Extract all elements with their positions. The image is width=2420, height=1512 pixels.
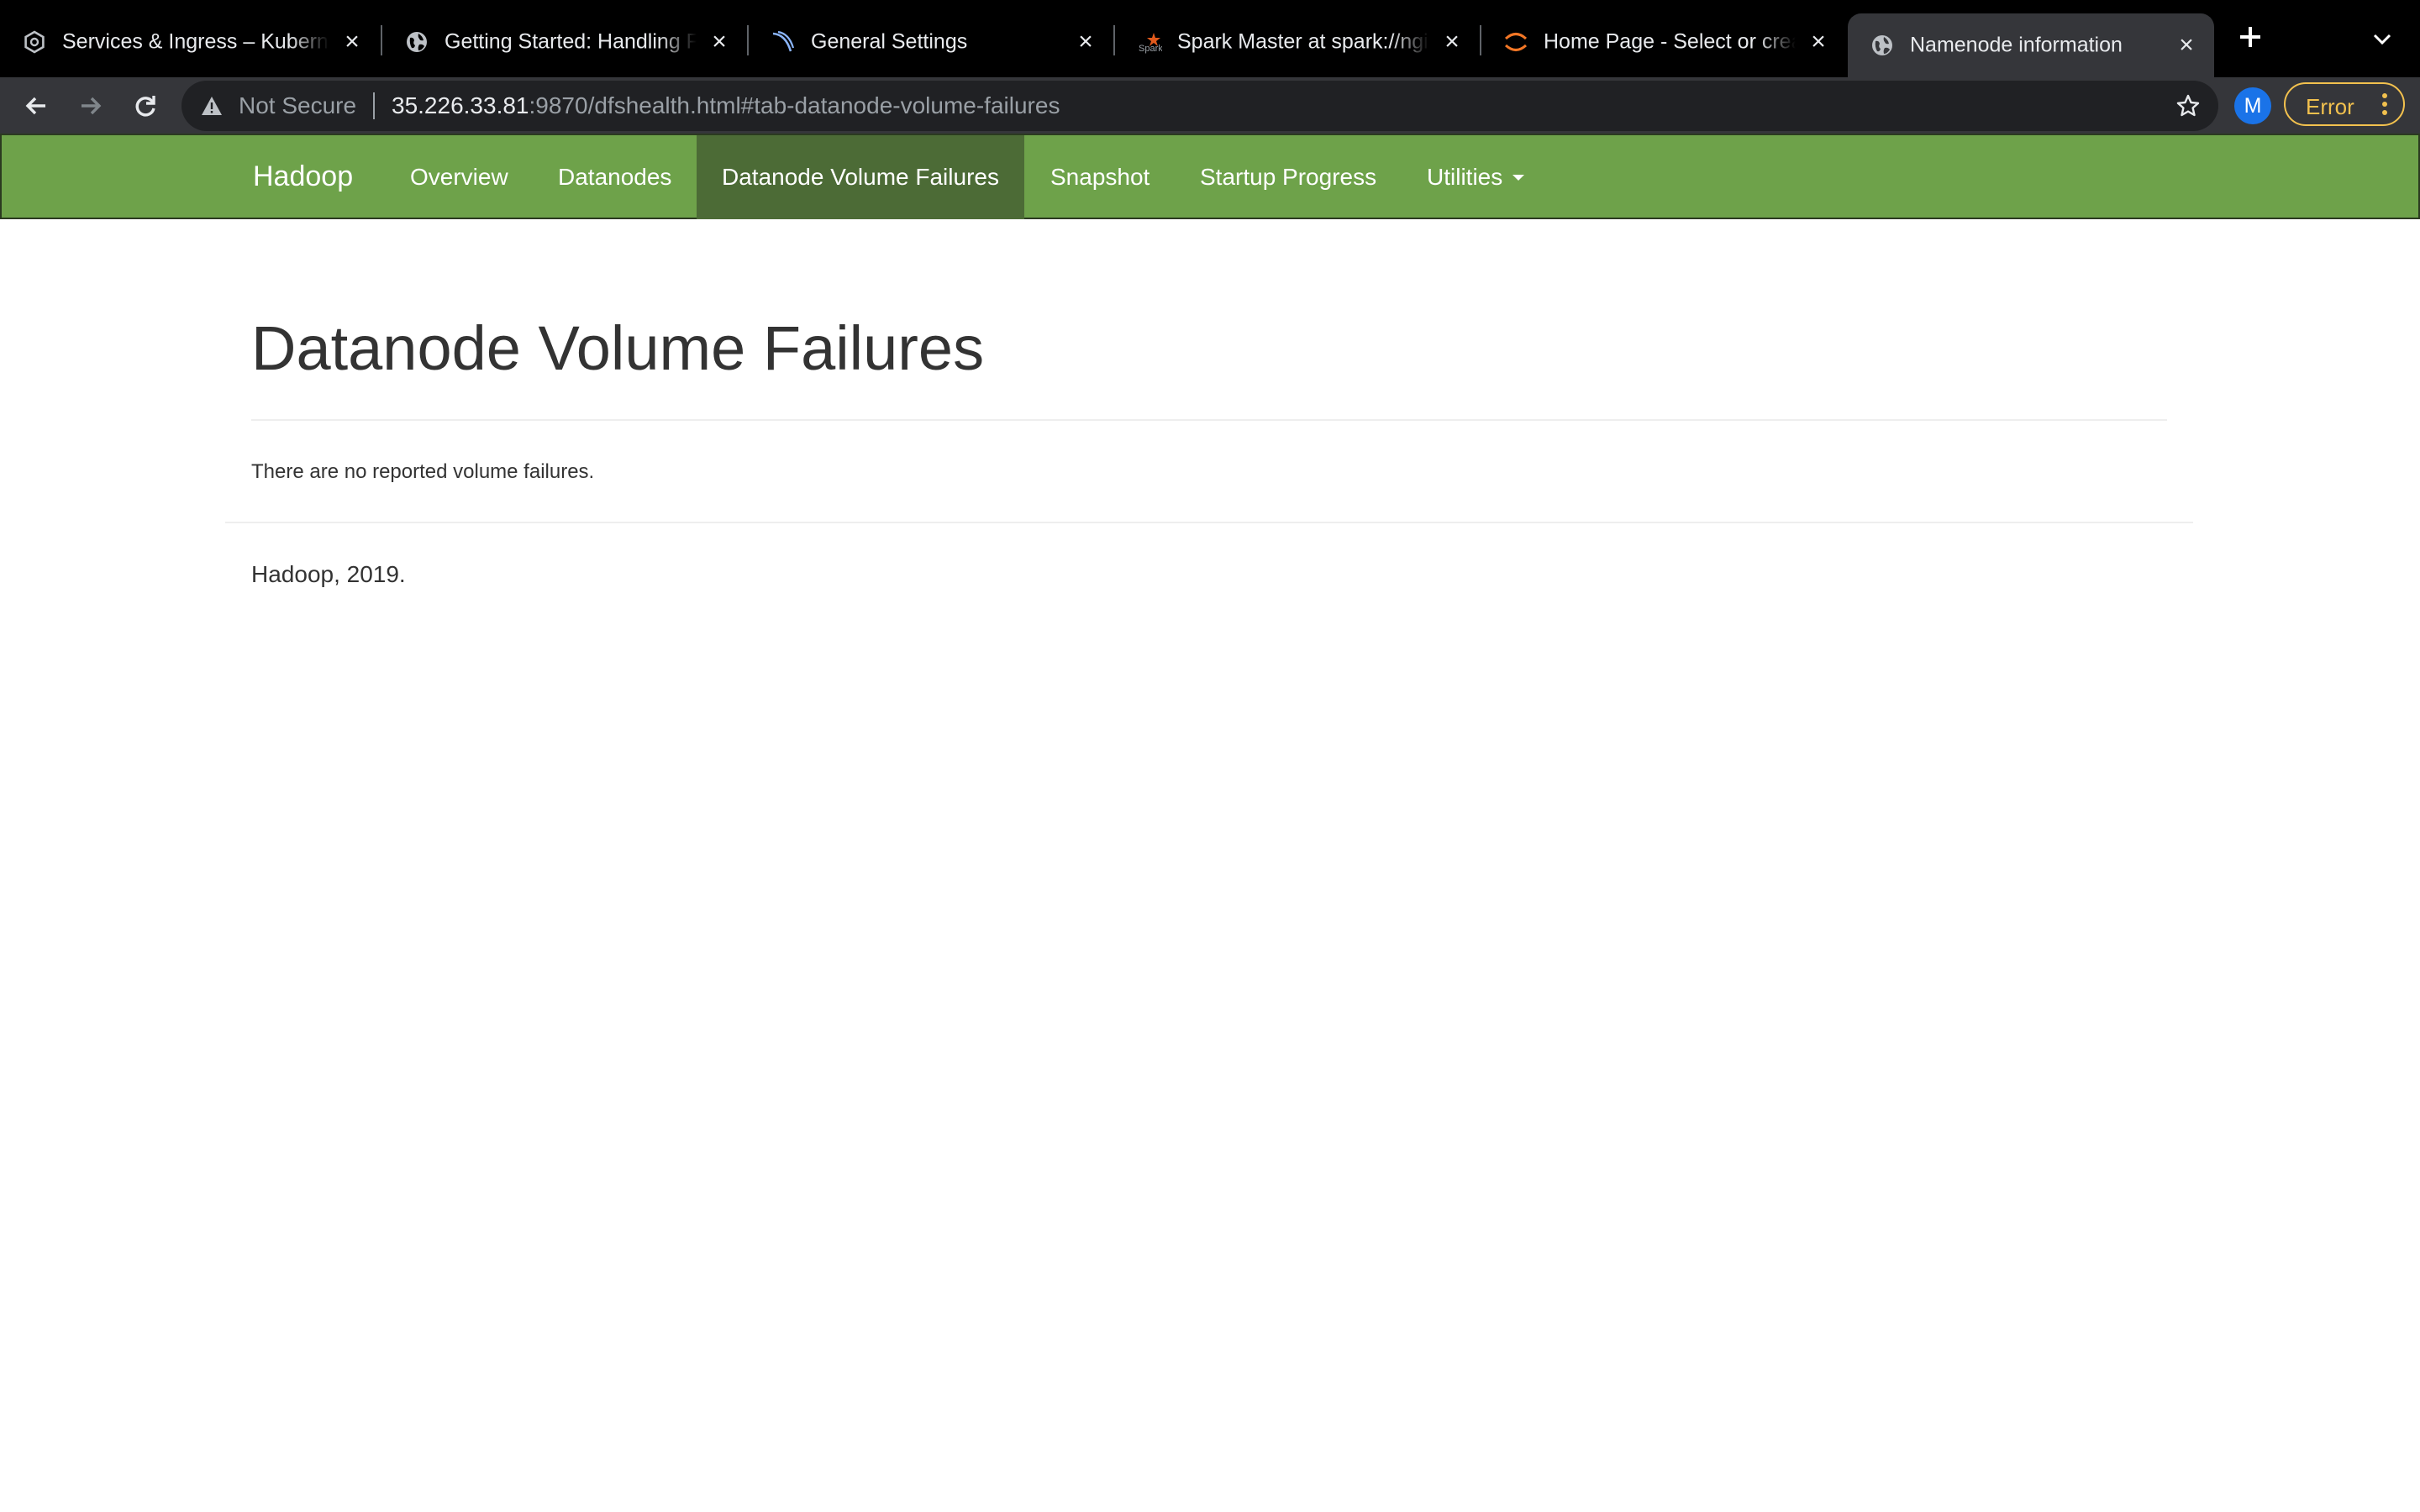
hadoop-navbar: Hadoop Overview Datanodes Datanode Volum… (0, 134, 2420, 219)
back-button[interactable] (16, 86, 56, 126)
warning-triangle-icon[interactable] (200, 94, 224, 118)
nav-overview[interactable]: Overview (385, 135, 534, 219)
error-button[interactable]: Error (2284, 82, 2405, 126)
footer-divider (225, 522, 2193, 523)
nav-datanodes[interactable]: Datanodes (533, 135, 697, 219)
page-title: Datanode Volume Failures (251, 313, 985, 383)
browser-tab-general-settings[interactable]: General Settings × (749, 13, 1113, 71)
more-vert-icon (2382, 93, 2387, 115)
browser-tab-title: General Settings (811, 29, 968, 54)
nav-snapshot[interactable]: Snapshot (1025, 135, 1175, 219)
forward-button[interactable] (71, 86, 111, 126)
kubernetes-engine-icon (22, 29, 47, 55)
url-path: :9870/dfshealth.html#tab-datanode-volume… (529, 92, 1060, 118)
browser-tab-title: Spark Master at spark://nginx (1177, 29, 1429, 54)
arrow-right-icon (82, 97, 102, 115)
brand-link[interactable]: Hadoop (253, 160, 353, 193)
close-icon[interactable]: × (707, 29, 732, 55)
chevron-down-icon (2373, 34, 2391, 45)
omnibox-divider (373, 92, 375, 119)
globe-icon (1870, 33, 1895, 58)
browser-tab-strip: Services & Ingress – Kubernetes Engine ×… (0, 0, 2420, 77)
profile-avatar[interactable]: M (2234, 87, 2271, 124)
plus-icon (2240, 27, 2260, 47)
nav-utilities-dropdown[interactable]: Utilities (1402, 135, 1549, 219)
browser-tab-title: Home Page - Select or create a notebook (1544, 29, 1796, 54)
bookmark-star-icon[interactable] (2173, 91, 2203, 121)
new-tab-button[interactable] (2233, 20, 2267, 54)
address-bar[interactable]: Not Secure 35.226.33.81:9870/dfshealth.h… (182, 81, 2218, 131)
no-failures-message: There are no reported volume failures. (251, 460, 595, 483)
globe-icon (404, 29, 429, 55)
nav-datanode-volume-failures[interactable]: Datanode Volume Failures (697, 135, 1024, 219)
svg-text:Spark: Spark (1139, 44, 1162, 54)
browser-tab-kubernetes[interactable]: Services & Ingress – Kubernetes Engine × (0, 13, 380, 71)
close-icon[interactable]: × (2174, 33, 2199, 58)
reload-button[interactable] (125, 86, 166, 126)
tab-search-button[interactable] (2368, 25, 2396, 54)
close-icon[interactable]: × (1073, 29, 1098, 55)
browser-tab-title: Namenode information (1910, 33, 2123, 57)
close-icon[interactable]: × (339, 29, 365, 55)
browser-tab-spark-master[interactable]: Spark Spark Master at spark://nginx × (1115, 13, 1480, 71)
browser-tab-namenode-information[interactable]: Namenode information × (1848, 13, 2214, 77)
title-divider (251, 419, 2167, 421)
close-icon[interactable]: × (1439, 29, 1465, 55)
url-text[interactable]: 35.226.33.81:9870/dfshealth.html#tab-dat… (392, 94, 1060, 118)
nav-utilities-label: Utilities (1427, 164, 1503, 190)
browser-tab-title: Services & Ingress – Kubernetes Engine (62, 29, 329, 54)
spark-logo-icon: Spark (1137, 29, 1162, 55)
reload-icon (135, 96, 155, 117)
close-icon[interactable]: × (1806, 29, 1831, 55)
error-label: Error (2306, 94, 2354, 119)
page-footer: Hadoop, 2019. (251, 561, 406, 587)
browser-tab-jupyter-home[interactable]: Home Page - Select or create a notebook … (1481, 13, 1846, 71)
browser-tab-getting-started[interactable]: Getting Started: Handling Forms × (382, 13, 747, 71)
wordpress-swoosh-icon (771, 29, 796, 55)
browser-toolbar: Not Secure 35.226.33.81:9870/dfshealth.h… (0, 77, 2420, 134)
not-secure-label[interactable]: Not Secure (239, 94, 356, 118)
url-host: 35.226.33.81 (392, 92, 529, 118)
nav-startup-progress[interactable]: Startup Progress (1175, 135, 1402, 219)
jupyter-icon (1503, 29, 1528, 55)
browser-tab-title: Getting Started: Handling Forms (445, 29, 697, 54)
arrow-left-icon (25, 97, 45, 115)
caret-down-icon (1512, 174, 1525, 181)
